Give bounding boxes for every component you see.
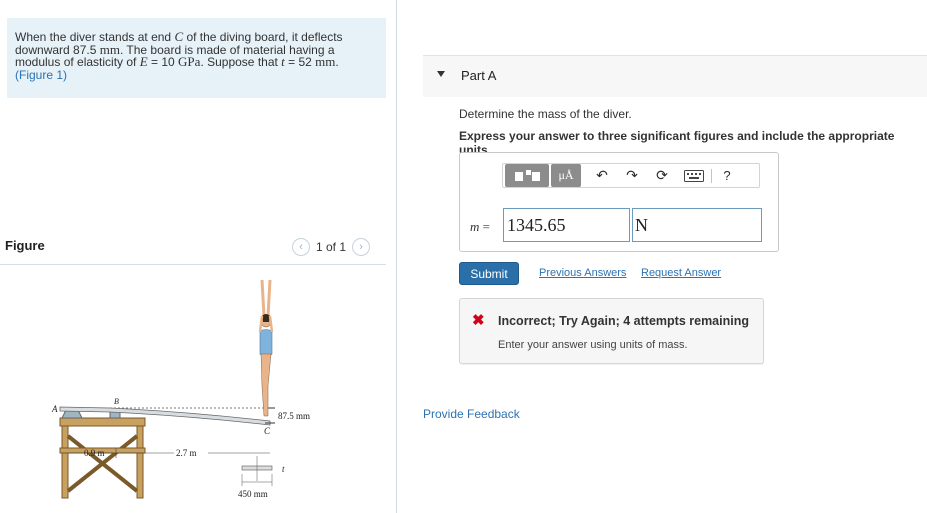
- unit-mm: mm: [315, 54, 336, 69]
- redo-icon[interactable]: ↷: [623, 166, 641, 185]
- part-title: Part A: [461, 68, 497, 83]
- cross-section: [241, 456, 273, 486]
- question-text: Determine the mass of the diver.: [459, 107, 632, 121]
- unit-gpa: GPa: [178, 54, 201, 69]
- page-indicator: 1 of 1: [316, 240, 347, 254]
- problem-statement: When the diver stands at end C of the di…: [7, 18, 386, 98]
- feedback-message: Enter your answer using units of mass.: [498, 339, 688, 351]
- part-a-header[interactable]: Part A: [423, 55, 927, 97]
- label-a: A: [51, 404, 58, 414]
- label-c: C: [264, 426, 271, 436]
- answer-variable: m =: [470, 219, 490, 235]
- problem-text: = 10: [147, 55, 179, 69]
- label-dim-2-7m: 2.7 m: [176, 448, 197, 458]
- problem-text: .: [335, 55, 339, 69]
- close-icon: ✖: [472, 312, 485, 329]
- diver-figure: [258, 279, 274, 417]
- caret-down-icon[interactable]: [437, 71, 445, 77]
- label-t: t: [282, 464, 285, 474]
- figure-pager: ‹ 1 of 1 ›: [292, 238, 371, 256]
- templates-icon[interactable]: [505, 164, 549, 187]
- answer-box: μÅ ↶ ↷ ⟳ ? m = 1345.65 N: [459, 152, 779, 252]
- answer-pane: Part A Determine the mass of the diver. …: [398, 0, 927, 513]
- submit-button[interactable]: Submit: [459, 262, 519, 285]
- label-deflection: 87.5 mm: [278, 411, 310, 421]
- feedback-title: Incorrect; Try Again; 4 attempts remaini…: [498, 314, 749, 328]
- modulus-symbol: E: [139, 54, 148, 69]
- figure-heading: Figure: [5, 238, 45, 253]
- toolbar-separator: [711, 168, 712, 183]
- answer-value-input[interactable]: 1345.65: [503, 208, 630, 242]
- feedback-box: ✖ Incorrect; Try Again; 4 attempts remai…: [459, 298, 764, 364]
- figure-link[interactable]: (Figure 1): [15, 68, 67, 82]
- reset-icon[interactable]: ⟳: [653, 166, 671, 185]
- label-dim-0-9m: 0.9 m: [84, 448, 105, 458]
- diving-board-figure: A B C 87.5 mm 0.9 m 2.7 m t 450 mm: [51, 279, 310, 499]
- undo-icon[interactable]: ↶: [593, 166, 611, 185]
- answer-unit-input[interactable]: N: [632, 208, 762, 242]
- problem-pane: When the diver stands at end C of the di…: [0, 0, 397, 513]
- request-answer-link[interactable]: Request Answer: [641, 267, 721, 279]
- keyboard-icon[interactable]: [683, 166, 705, 185]
- label-450mm: 450 mm: [238, 489, 268, 499]
- problem-text: = 52: [284, 55, 316, 69]
- divider: [0, 264, 386, 265]
- chevron-right-icon[interactable]: ›: [352, 238, 371, 256]
- provide-feedback-link[interactable]: Provide Feedback: [423, 407, 520, 421]
- problem-text: . Suppose that: [200, 55, 282, 69]
- math-toolbar: μÅ ↶ ↷ ⟳ ?: [502, 163, 760, 188]
- previous-answers-link[interactable]: Previous Answers: [539, 267, 626, 279]
- chevron-left-icon[interactable]: ‹: [292, 238, 310, 256]
- help-button[interactable]: ?: [720, 166, 734, 185]
- units-button[interactable]: μÅ: [551, 164, 581, 187]
- variable-symbol: m: [470, 219, 480, 234]
- equals-sign: =: [479, 219, 490, 234]
- label-b: B: [114, 397, 119, 406]
- support-frame: [59, 417, 146, 499]
